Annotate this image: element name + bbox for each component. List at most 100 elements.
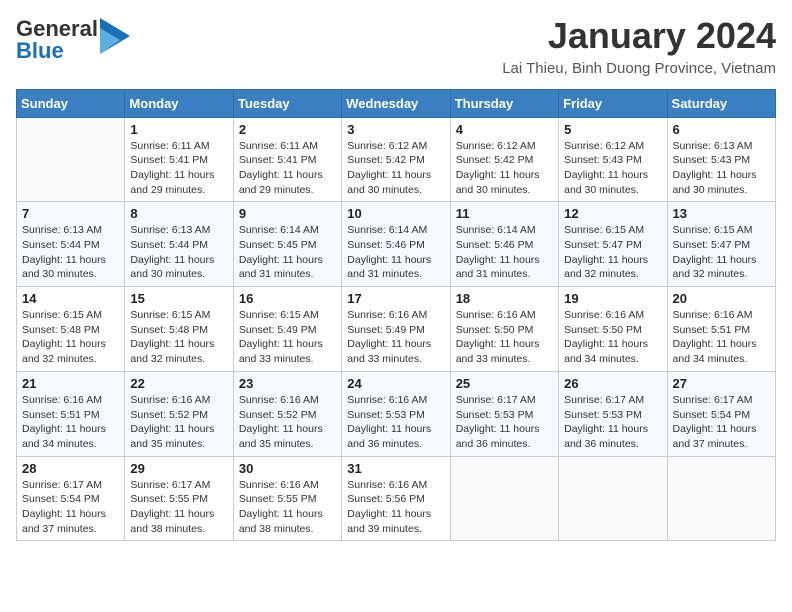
calendar-cell: 1Sunrise: 6:11 AMSunset: 5:41 PMDaylight… [125,117,233,202]
day-number: 7 [22,206,119,221]
calendar-cell: 18 Sunrise: 6:16 AMSunset: 5:50 PMDayligh… [450,287,558,372]
day-info: Sunrise: 6:15 AMSunset: 5:48 PMDaylight:… [130,308,227,367]
day-number: 10 [347,206,444,221]
calendar-week-row: 28Sunrise: 6:17 AMSunset: 5:54 PMDayligh… [17,456,776,541]
calendar-cell: 20Sunrise: 6:16 AMSunset: 5:51 PMDayligh… [667,287,775,372]
day-number: 31 [347,461,444,476]
day-number: 6 [673,122,770,137]
day-info: Sunrise: 6:16 AMSunset: 5:50 PMDaylight:… [456,308,553,367]
day-info: Sunrise: 6:12 AMSunset: 5:42 PMDaylight:… [456,139,553,198]
day-info: Sunrise: 6:16 AMSunset: 5:50 PMDaylight:… [564,308,661,367]
location-subtitle: Lai Thieu, Binh Duong Province, Vietnam [502,60,776,77]
calendar-cell: 11 Sunrise: 6:14 AMSunset: 5:46 PMDayligh… [450,202,558,287]
day-info: Sunrise: 6:16 AMSunset: 5:51 PMDaylight:… [22,393,119,452]
calendar-cell: 9Sunrise: 6:14 AMSunset: 5:45 PMDaylight… [233,202,341,287]
day-info: Sunrise: 6:13 AMSunset: 5:43 PMDaylight:… [673,139,770,198]
calendar-cell: 14 Sunrise: 6:15 AMSunset: 5:48 PMDayligh… [17,287,125,372]
calendar-cell: 21 Sunrise: 6:16 AMSunset: 5:51 PMDayligh… [17,371,125,456]
day-info: Sunrise: 6:17 AMSunset: 5:54 PMDaylight:… [673,393,770,452]
day-number: 15 [130,291,227,306]
calendar-week-row: 21 Sunrise: 6:16 AMSunset: 5:51 PMDayligh… [17,371,776,456]
day-info: Sunrise: 6:17 AMSunset: 5:53 PMDaylight:… [564,393,661,452]
calendar-cell: 29 Sunrise: 6:17 AMSunset: 5:55 PMDayligh… [125,456,233,541]
calendar-cell: 7 Sunrise: 6:13 AMSunset: 5:44 PMDaylight… [17,202,125,287]
day-number: 8 [130,206,227,221]
day-number: 30 [239,461,336,476]
day-number: 24 [347,376,444,391]
day-number: 29 [130,461,227,476]
day-number: 21 [22,376,119,391]
day-info: Sunrise: 6:15 AMSunset: 5:47 PMDaylight:… [673,223,770,282]
calendar-header-sunday: Sunday [17,89,125,117]
calendar-cell: 8 Sunrise: 6:13 AMSunset: 5:44 PMDaylight… [125,202,233,287]
calendar-cell: 15 Sunrise: 6:15 AMSunset: 5:48 PMDayligh… [125,287,233,372]
logo-blue-text: Blue [16,38,98,64]
calendar-cell: 5 Sunrise: 6:12 AMSunset: 5:43 PMDaylight… [559,117,667,202]
calendar-cell: 19Sunrise: 6:16 AMSunset: 5:50 PMDayligh… [559,287,667,372]
day-info: Sunrise: 6:13 AMSunset: 5:44 PMDaylight:… [22,223,119,282]
day-number: 9 [239,206,336,221]
day-info: Sunrise: 6:16 AMSunset: 5:56 PMDaylight:… [347,478,444,537]
day-info: Sunrise: 6:17 AMSunset: 5:53 PMDaylight:… [456,393,553,452]
calendar-cell [450,456,558,541]
day-info: Sunrise: 6:17 AMSunset: 5:55 PMDaylight:… [130,478,227,537]
day-info: Sunrise: 6:14 AMSunset: 5:46 PMDaylight:… [347,223,444,282]
calendar-header-tuesday: Tuesday [233,89,341,117]
day-info: Sunrise: 6:13 AMSunset: 5:44 PMDaylight:… [130,223,227,282]
page-header: General Blue January 2024 Lai Thieu, Bin… [16,16,776,77]
calendar-cell: 6 Sunrise: 6:13 AMSunset: 5:43 PMDaylight… [667,117,775,202]
calendar-header-row: SundayMondayTuesdayWednesdayThursdayFrid… [17,89,776,117]
day-info: Sunrise: 6:16 AMSunset: 5:51 PMDaylight:… [673,308,770,367]
calendar-cell: 17 Sunrise: 6:16 AMSunset: 5:49 PMDayligh… [342,287,450,372]
calendar-week-row: 1 Sunrise: 6:11 AMSunset: 5:41 PMDaylight… [17,117,776,202]
calendar-header-monday: Monday [125,89,233,117]
day-info: Sunrise: 6:16 AMSunset: 5:53 PMDaylight:… [347,393,444,452]
day-number: 2 [239,122,336,137]
day-info: Sunrise: 6:12 AMSunset: 5:43 PMDaylight:… [564,139,661,198]
logo: General Blue [16,16,130,65]
day-info: Sunrise: 6:17 AMSunset: 5:54 PMDaylight:… [22,478,119,537]
day-number: 23 [239,376,336,391]
calendar-header-saturday: Saturday [667,89,775,117]
calendar-cell: 30Sunrise: 6:16 AMSunset: 5:55 PMDayligh… [233,456,341,541]
day-number: 27 [673,376,770,391]
logo-icon [100,18,130,54]
calendar-cell [17,117,125,202]
day-info: Sunrise: 6:12 AMSunset: 5:42 PMDaylight:… [347,139,444,198]
calendar-header-wednesday: Wednesday [342,89,450,117]
day-number: 13 [673,206,770,221]
calendar-table: SundayMondayTuesdayWednesdayThursdayFrid… [16,89,776,542]
day-number: 11 [456,206,553,221]
day-info: Sunrise: 6:15 AMSunset: 5:49 PMDaylight:… [239,308,336,367]
calendar-cell: 12Sunrise: 6:15 AMSunset: 5:47 PMDayligh… [559,202,667,287]
day-number: 25 [456,376,553,391]
day-number: 26 [564,376,661,391]
day-number: 22 [130,376,227,391]
calendar-cell: 10 Sunrise: 6:14 AMSunset: 5:46 PMDayligh… [342,202,450,287]
day-info: Sunrise: 6:16 AMSunset: 5:52 PMDaylight:… [130,393,227,452]
calendar-cell: 24 Sunrise: 6:16 AMSunset: 5:53 PMDayligh… [342,371,450,456]
day-number: 3 [347,122,444,137]
calendar-cell: 27 Sunrise: 6:17 AMSunset: 5:54 PMDayligh… [667,371,775,456]
day-number: 1 [130,122,227,137]
calendar-week-row: 7 Sunrise: 6:13 AMSunset: 5:44 PMDaylight… [17,202,776,287]
calendar-cell: 22 Sunrise: 6:16 AMSunset: 5:52 PMDayligh… [125,371,233,456]
day-info: Sunrise: 6:15 AMSunset: 5:48 PMDaylight:… [22,308,119,367]
calendar-cell: 26 Sunrise: 6:17 AMSunset: 5:53 PMDayligh… [559,371,667,456]
calendar-cell: 13 Sunrise: 6:15 AMSunset: 5:47 PMDayligh… [667,202,775,287]
calendar-cell: 28Sunrise: 6:17 AMSunset: 5:54 PMDayligh… [17,456,125,541]
day-number: 17 [347,291,444,306]
title-area: January 2024 Lai Thieu, Binh Duong Provi… [502,16,776,77]
day-number: 14 [22,291,119,306]
calendar-cell: 25 Sunrise: 6:17 AMSunset: 5:53 PMDayligh… [450,371,558,456]
calendar-header-friday: Friday [559,89,667,117]
day-info: Sunrise: 6:11 AMSunset: 5:41 PMDaylight:… [239,139,336,198]
day-number: 18 [456,291,553,306]
calendar-cell: 2 Sunrise: 6:11 AMSunset: 5:41 PMDaylight… [233,117,341,202]
day-info: Sunrise: 6:16 AMSunset: 5:49 PMDaylight:… [347,308,444,367]
day-number: 4 [456,122,553,137]
calendar-cell [559,456,667,541]
day-number: 12 [564,206,661,221]
day-info: Sunrise: 6:14 AMSunset: 5:46 PMDaylight:… [456,223,553,282]
day-number: 5 [564,122,661,137]
